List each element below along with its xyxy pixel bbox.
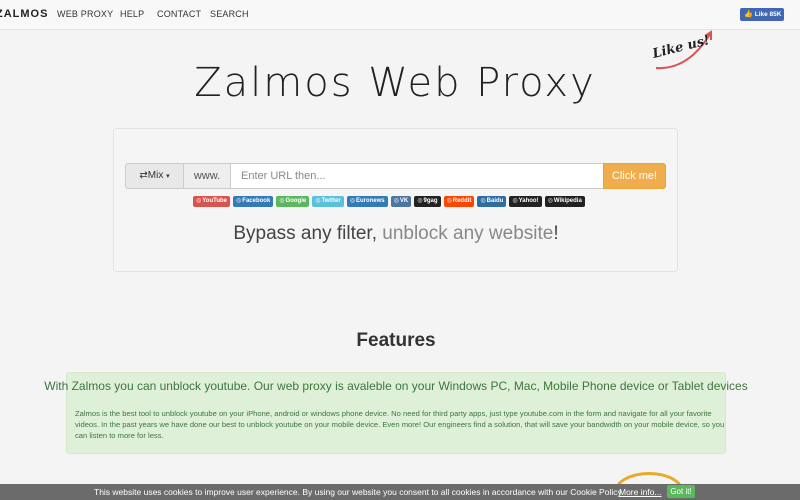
features-heading: Features — [356, 330, 436, 351]
url-input-group: ⇄Mix ▾ www. Click me! — [125, 163, 666, 189]
cookie-text: This website uses cookies to improve use… — [94, 487, 624, 497]
tagline: Bypass any filter, unblock any website! — [233, 223, 559, 244]
quick-link-9gag[interactable]: ◎9gag — [414, 196, 441, 207]
url-input[interactable] — [230, 163, 604, 189]
shuffle-icon: ⇄ — [139, 170, 148, 181]
globe-icon: ◎ — [236, 198, 242, 204]
quick-links: ◎YouTube ◎Facebook ◎Google ◎Twitter ◎Euronew… — [193, 196, 585, 207]
globe-icon: ◎ — [417, 198, 423, 204]
globe-icon: ◎ — [480, 198, 486, 204]
cookie-accept-button[interactable]: Got it! — [667, 485, 695, 498]
site-logo[interactable]: ZALMOS — [0, 8, 48, 20]
quick-link-youtube[interactable]: ◎YouTube — [193, 196, 231, 207]
nav-link-search[interactable]: SEARCH — [210, 9, 249, 19]
quick-link-euronews[interactable]: ◎Euronews — [346, 196, 388, 207]
globe-icon: ◎ — [446, 198, 452, 204]
nav-link-web-proxy[interactable]: WEB PROXY — [57, 9, 113, 19]
globe-icon: ◎ — [512, 198, 518, 204]
quick-link-baidu[interactable]: ◎Baidu — [477, 196, 507, 207]
cookie-more-info-link[interactable]: More info... — [619, 487, 662, 497]
globe-icon: ◎ — [349, 198, 355, 204]
globe-icon: ◎ — [547, 198, 553, 204]
globe-icon: ◎ — [393, 198, 399, 204]
globe-icon: ◎ — [196, 198, 202, 204]
page-title: Zalmos Web Proxy — [194, 60, 596, 106]
quick-link-reddit[interactable]: ◎Reddit — [443, 196, 475, 207]
quick-link-wikipedia[interactable]: ◎Wikipedia — [544, 196, 585, 207]
globe-icon: ◎ — [279, 198, 285, 204]
quick-link-yahoo[interactable]: ◎Yahoo! — [509, 196, 542, 207]
mix-dropdown-button[interactable]: ⇄Mix ▾ — [125, 163, 184, 189]
caret-down-icon: ▾ — [166, 173, 170, 180]
quick-link-facebook[interactable]: ◎Facebook — [233, 196, 274, 207]
facebook-like-button[interactable]: 👍 Like 85K — [740, 8, 784, 21]
features-lead: With Zalmos you can unblock youtube. Our… — [44, 379, 748, 393]
quick-link-twitter[interactable]: ◎Twitter — [312, 196, 344, 207]
nav-link-help[interactable]: HELP — [120, 9, 144, 19]
www-prefix: www. — [183, 163, 231, 189]
submit-button[interactable]: Click me! — [603, 163, 666, 189]
quick-link-vk[interactable]: ◎VK — [390, 196, 412, 207]
thumbs-up-icon: 👍 — [744, 11, 753, 18]
features-body: Zalmos is the best tool to unblock youtu… — [75, 409, 725, 440]
quick-link-google[interactable]: ◎Google — [276, 196, 310, 207]
globe-icon: ◎ — [315, 198, 321, 204]
nav-link-contact[interactable]: CONTACT — [157, 9, 201, 19]
